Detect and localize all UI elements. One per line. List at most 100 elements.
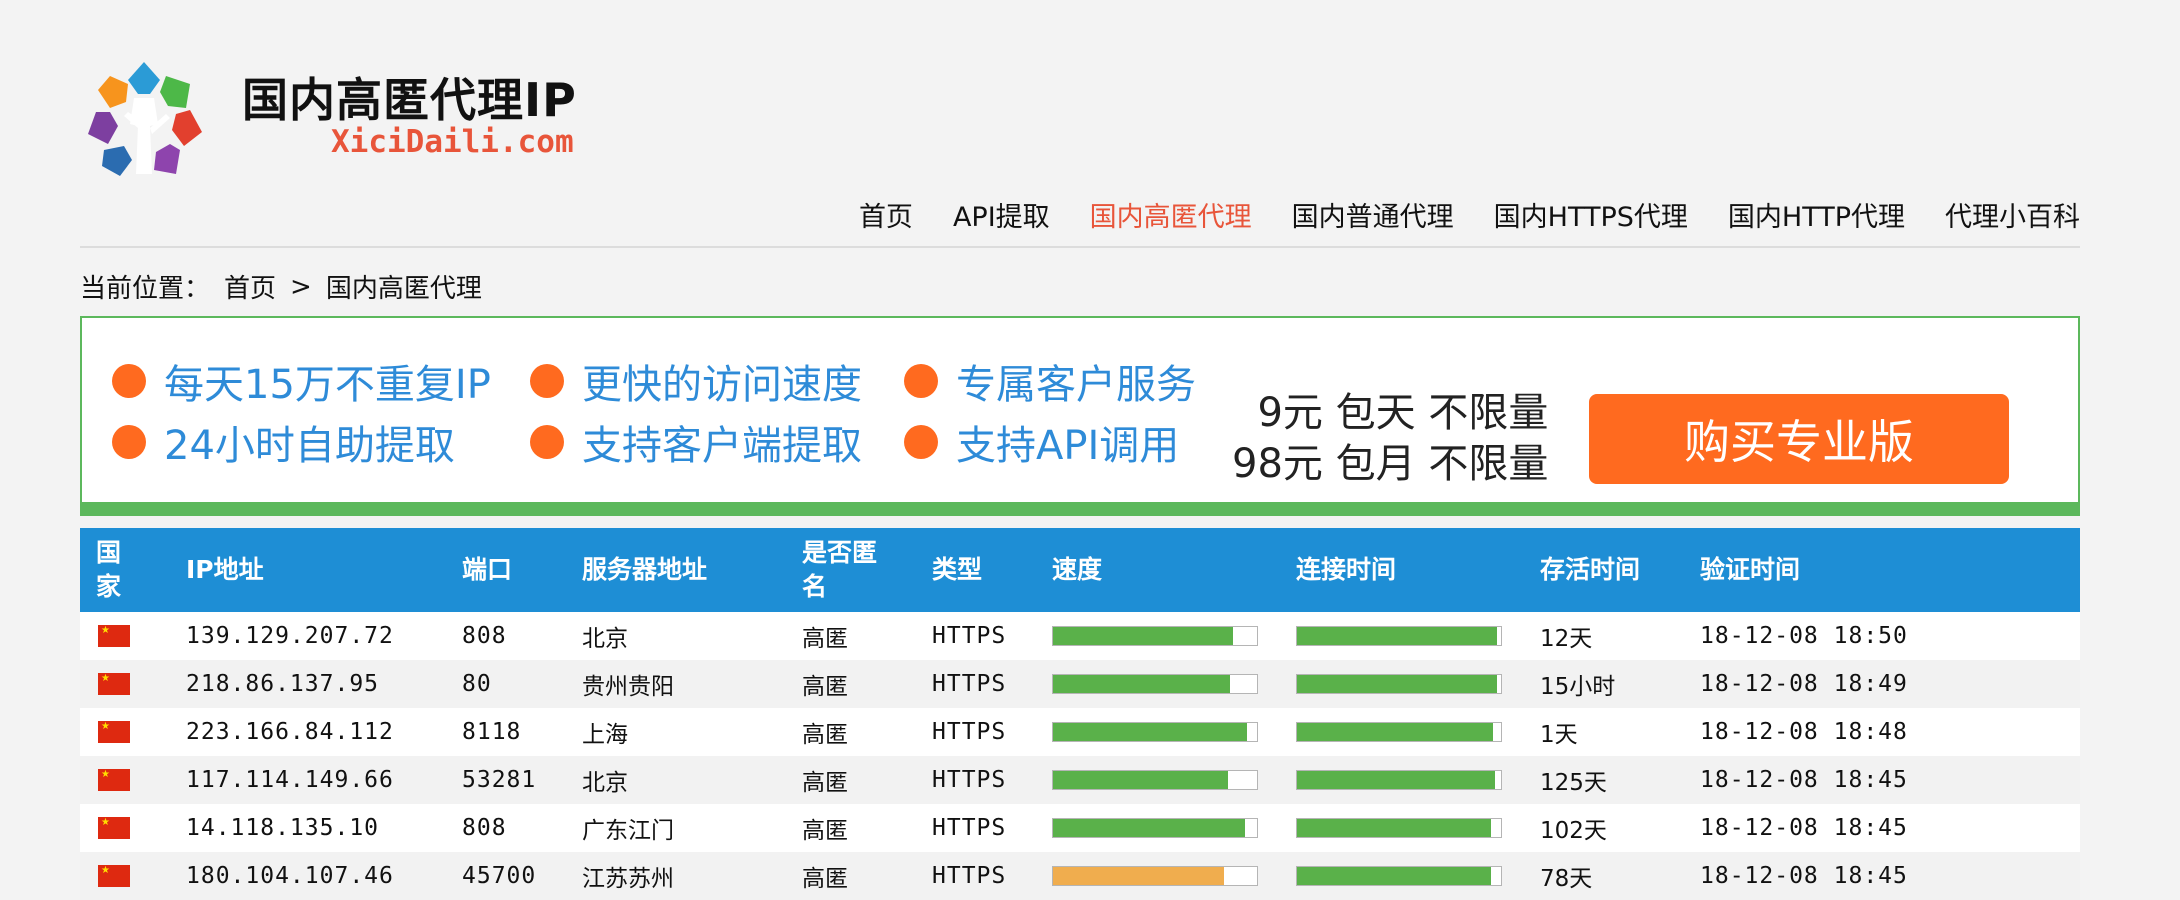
location-cell: 上海: [582, 722, 628, 748]
price-monthly: 98元 包月 不限量: [1232, 441, 1549, 487]
verified-time-cell: 18-12-08 18:45: [1700, 767, 1908, 793]
bar-fill: [1297, 675, 1497, 693]
logo-tree-icon: [88, 62, 202, 176]
china-flag-icon: [98, 673, 130, 695]
banner-bottom-stripe: [82, 502, 2078, 514]
type-cell: HTTPS: [932, 767, 1007, 793]
alive-time-cell: 15小时: [1540, 674, 1616, 700]
bullet-dot-icon: [904, 364, 938, 398]
speed-bar: [1052, 770, 1258, 790]
verified-time-cell: 18-12-08 18:50: [1700, 623, 1908, 649]
header-alive-time[interactable]: 存活时间: [1540, 528, 1640, 612]
china-flag-icon: [98, 817, 130, 839]
bar-fill: [1053, 867, 1225, 885]
header-connect-time[interactable]: 连接时间: [1296, 528, 1396, 612]
header-country[interactable]: 国家: [96, 528, 136, 612]
connect-time-bar: [1296, 866, 1502, 886]
verified-time-cell: 18-12-08 18:45: [1700, 815, 1908, 841]
nav-item[interactable]: 国内高匿代理: [1090, 195, 1252, 234]
nav-item[interactable]: API提取: [953, 195, 1050, 234]
nav-item[interactable]: 首页: [859, 195, 913, 234]
feature-label: 更快的访问速度: [582, 362, 862, 408]
bullet-dot-icon: [112, 364, 146, 398]
location-cell: 贵州贵阳: [582, 674, 674, 700]
port-cell: 45700: [462, 863, 537, 889]
header-type[interactable]: 类型: [932, 528, 982, 612]
country-cell: [98, 852, 130, 900]
country-cell: [98, 708, 130, 756]
price-daily: 9元 包天 不限量: [1257, 390, 1549, 436]
nav-item[interactable]: 代理小百科: [1945, 195, 2080, 234]
bullet-dot-icon: [904, 425, 938, 459]
type-cell: HTTPS: [932, 719, 1007, 745]
header-verified-time[interactable]: 验证时间: [1700, 528, 1800, 612]
feature-item: 专属客户服务: [904, 352, 1196, 410]
nav-item[interactable]: 国内普通代理: [1292, 195, 1454, 234]
header-speed[interactable]: 速度: [1052, 528, 1102, 612]
speed-cell: [1052, 804, 1258, 852]
bar-fill: [1297, 771, 1495, 789]
type-cell: HTTPS: [932, 623, 1007, 649]
feature-label: 支持客户端提取: [582, 423, 862, 469]
bullet-dot-icon: [530, 364, 564, 398]
header-ip[interactable]: IP地址: [186, 528, 264, 612]
anonymous-cell: 高匿: [802, 866, 848, 892]
connect-time-bar: [1296, 770, 1502, 790]
speed-bar: [1052, 866, 1258, 886]
feature-item: 每天15万不重复IP: [112, 352, 491, 410]
type-cell: HTTPS: [932, 815, 1007, 841]
breadcrumb-home-link[interactable]: 首页: [224, 268, 276, 305]
bar-fill: [1297, 819, 1491, 837]
breadcrumb-separator: >: [290, 271, 312, 302]
connect-time-cell: [1296, 756, 1502, 804]
header-anonymous[interactable]: 是否匿名: [802, 528, 892, 612]
connect-time-cell: [1296, 708, 1502, 756]
port-cell: 8118: [462, 719, 522, 745]
site-logo[interactable]: [80, 54, 208, 182]
nav-item[interactable]: 国内HTTPS代理: [1494, 195, 1688, 234]
location-cell: 广东江门: [582, 818, 674, 844]
country-cell: [98, 660, 130, 708]
table-header: 国家 IP地址 端口 服务器地址 是否匿名 类型 速度 连接时间 存活时间 验证…: [80, 528, 2080, 612]
proxy-table: 国家 IP地址 端口 服务器地址 是否匿名 类型 速度 连接时间 存活时间 验证…: [80, 528, 2080, 900]
connect-time-cell: [1296, 660, 1502, 708]
ip-cell: 218.86.137.95: [186, 671, 380, 697]
connect-time-bar: [1296, 818, 1502, 838]
site-domain[interactable]: XiciDaili.com: [331, 124, 574, 160]
country-cell: [98, 756, 130, 804]
speed-cell: [1052, 852, 1258, 900]
country-cell: [98, 612, 130, 660]
china-flag-icon: [98, 625, 130, 647]
ip-cell: 14.118.135.10: [186, 815, 380, 841]
speed-bar: [1052, 674, 1258, 694]
alive-time-cell: 1天: [1540, 722, 1578, 748]
bar-fill: [1053, 819, 1245, 837]
promo-banner[interactable]: 每天15万不重复IP 更快的访问速度 专属客户服务 24小时自助提取 支持客户端…: [80, 316, 2080, 516]
anonymous-cell: 高匿: [802, 626, 848, 652]
buy-pro-button[interactable]: 购买专业版: [1589, 394, 2009, 484]
verified-time-cell: 18-12-08 18:48: [1700, 719, 1908, 745]
speed-cell: [1052, 708, 1258, 756]
header-location[interactable]: 服务器地址: [582, 528, 707, 612]
feature-item: 更快的访问速度: [530, 352, 862, 410]
table-row: 117.114.149.66 53281 北京 高匿 HTTPS 125天 18-12-08…: [80, 756, 2080, 804]
type-cell: HTTPS: [932, 863, 1007, 889]
speed-cell: [1052, 612, 1258, 660]
nav-item[interactable]: 国内HTTP代理: [1728, 195, 1905, 234]
bar-fill: [1297, 627, 1497, 645]
bar-fill: [1053, 627, 1233, 645]
connect-time-bar: [1296, 674, 1502, 694]
feature-label: 每天15万不重复IP: [164, 362, 491, 408]
connect-time-cell: [1296, 804, 1502, 852]
bar-fill: [1297, 723, 1493, 741]
feature-item: 支持API调用: [904, 413, 1179, 471]
speed-cell: [1052, 660, 1258, 708]
anonymous-cell: 高匿: [802, 818, 848, 844]
alive-time-cell: 12天: [1540, 626, 1593, 652]
china-flag-icon: [98, 769, 130, 791]
speed-bar: [1052, 626, 1258, 646]
port-cell: 808: [462, 623, 507, 649]
header-port[interactable]: 端口: [462, 528, 512, 612]
china-flag-icon: [98, 865, 130, 887]
connect-time-cell: [1296, 852, 1502, 900]
